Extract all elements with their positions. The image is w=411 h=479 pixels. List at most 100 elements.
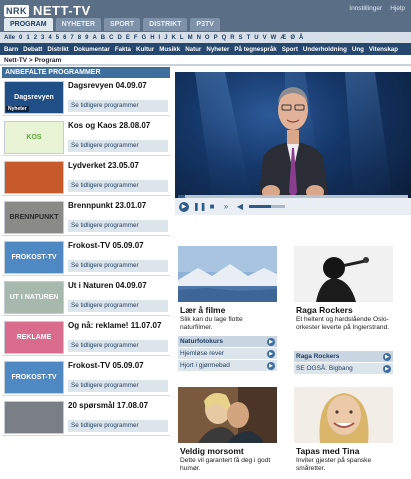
previous-programs-link[interactable]: Se tidligere programmer bbox=[68, 140, 168, 152]
tab-sport[interactable]: SPORT bbox=[104, 18, 141, 31]
previous-programs-link[interactable]: Se tidligere programmer bbox=[68, 300, 168, 312]
category-link[interactable]: Fakta bbox=[115, 46, 131, 53]
program-title[interactable]: Ut i Naturen 04.09.07 bbox=[68, 281, 147, 290]
alphabet-letter[interactable]: L bbox=[180, 35, 184, 41]
program-title[interactable]: Frokost-TV 05.09.07 bbox=[68, 361, 144, 370]
pause-icon[interactable]: ❚❚ bbox=[193, 202, 206, 212]
logo[interactable]: NRK NETT-TV bbox=[4, 3, 91, 18]
volume-slider[interactable] bbox=[249, 205, 285, 208]
alphabet-letter[interactable]: Æ bbox=[280, 35, 286, 41]
alphabet-letter[interactable]: J bbox=[164, 35, 167, 41]
alphabet-letter[interactable]: 0 bbox=[19, 35, 22, 41]
category-link[interactable]: På tegnespråk bbox=[234, 46, 276, 53]
tab-p3tv[interactable]: P3TV bbox=[190, 18, 220, 31]
program-list-item[interactable]: Lydverket 23.05.07 Se tidligere programme… bbox=[2, 158, 170, 196]
promo-tapas-med-tina[interactable]: Tapas med Tina Inviter gjester på spansk… bbox=[294, 387, 393, 477]
program-list-item[interactable]: KOS Kos og Kaos 28.08.07 Se tidligere prog… bbox=[2, 118, 170, 156]
alphabet-letter[interactable]: B bbox=[101, 35, 105, 41]
promo-raga-rockers[interactable]: Raga Rockers Et heltent og hardslående O… bbox=[294, 246, 393, 374]
category-link[interactable]: Vitenskap bbox=[369, 46, 398, 53]
promo-veldig-morsomt[interactable]: Veldig morsomt Dette vil garantert få de… bbox=[178, 387, 277, 477]
alphabet-letter[interactable]: 5 bbox=[56, 35, 59, 41]
stop-icon[interactable]: ■ bbox=[207, 202, 217, 212]
alphabet-letter[interactable]: 1 bbox=[26, 35, 29, 41]
alphabet-letter[interactable]: E bbox=[126, 35, 130, 41]
category-link[interactable]: Sport bbox=[282, 46, 298, 53]
alphabet-letter[interactable]: U bbox=[254, 35, 258, 41]
tab-program[interactable]: PROGRAM bbox=[4, 18, 53, 31]
link-bigbang[interactable]: SE OGSÅ: Bigbang ▶ bbox=[294, 363, 393, 374]
alphabet-letter[interactable]: A bbox=[92, 35, 96, 41]
alphabet-letter[interactable]: 6 bbox=[63, 35, 66, 41]
alphabet-letter[interactable]: C bbox=[109, 35, 113, 41]
program-title[interactable]: 20 spørsmål 17.08.07 bbox=[68, 401, 148, 410]
previous-programs-link[interactable]: Se tidligere programmer bbox=[68, 420, 168, 432]
promo-laer-a-filme[interactable]: Lær å filme Slik kan du lage flotte natu… bbox=[178, 246, 277, 374]
program-list-item[interactable]: Dagsrevyen Nyheter Dagsrevyen 04.09.07 Se t… bbox=[2, 78, 170, 116]
alphabet-letter[interactable]: 2 bbox=[34, 35, 37, 41]
category-link[interactable]: Ung bbox=[352, 46, 364, 53]
alphabet-letter[interactable]: R bbox=[230, 35, 234, 41]
program-list-item[interactable]: REKLAME Og nå: reklame! 11.07.07 Se tidlig… bbox=[2, 318, 170, 356]
alphabet-letter[interactable]: W bbox=[271, 35, 277, 41]
help-link[interactable]: Hjelp bbox=[390, 5, 405, 12]
volume-icon[interactable]: ◀ bbox=[235, 202, 245, 212]
alphabet-letter[interactable]: I bbox=[159, 35, 161, 41]
category-link[interactable]: Dokumentar bbox=[74, 46, 110, 53]
tab-distrikt[interactable]: DISTRIKT bbox=[143, 18, 188, 31]
alphabet-letter[interactable]: H bbox=[150, 35, 154, 41]
program-list-item[interactable]: FROKOST-TV Frokost-TV 05.09.07 Se tidliger… bbox=[2, 358, 170, 396]
program-list-item[interactable]: UT I NATUREN Ut i Naturen 04.09.07 Se tidl… bbox=[2, 278, 170, 316]
program-title[interactable]: Kos og Kaos 28.08.07 bbox=[68, 121, 150, 130]
alphabet-letter[interactable]: K bbox=[172, 35, 176, 41]
alphabet-letter[interactable]: F bbox=[134, 35, 138, 41]
alphabet-letter[interactable]: G bbox=[142, 35, 147, 41]
alphabet-letter[interactable]: V bbox=[263, 35, 267, 41]
category-link[interactable]: Debatt bbox=[23, 46, 42, 53]
program-title[interactable]: Og nå: reklame! 11.07.07 bbox=[68, 321, 161, 330]
alphabet-letter[interactable]: S bbox=[239, 35, 243, 41]
category-link[interactable]: Natur bbox=[185, 46, 201, 53]
alphabet-letter[interactable]: P bbox=[214, 35, 218, 41]
category-link[interactable]: Musikk bbox=[159, 46, 180, 53]
link-naturfotokurs[interactable]: Naturfotokurs ▶ bbox=[178, 336, 277, 347]
alphabet-letter[interactable]: T bbox=[247, 35, 251, 41]
alphabet-letter[interactable]: Ø bbox=[290, 35, 295, 41]
alphabet-letter[interactable]: Å bbox=[299, 35, 303, 41]
alphabet-letter[interactable]: 4 bbox=[48, 35, 51, 41]
settings-link[interactable]: Innstillinger bbox=[349, 5, 382, 12]
alphabet-letter[interactable]: O bbox=[205, 35, 210, 41]
previous-programs-link[interactable]: Se tidligere programmer bbox=[68, 380, 168, 392]
link-raga-rockers[interactable]: Raga Rockers ▶ bbox=[294, 351, 393, 362]
category-link[interactable]: Kultur bbox=[136, 46, 154, 53]
alphabet-letter[interactable]: D bbox=[117, 35, 121, 41]
alphabet-letter[interactable]: 3 bbox=[41, 35, 44, 41]
previous-programs-link[interactable]: Se tidligere programmer bbox=[68, 220, 168, 232]
program-title[interactable]: Brennpunkt 23.01.07 bbox=[68, 201, 146, 210]
program-title[interactable]: Lydverket 23.05.07 bbox=[68, 161, 139, 170]
alphabet-letter[interactable]: M bbox=[188, 35, 193, 41]
alphabet-letter[interactable]: Alle bbox=[4, 35, 15, 41]
video-player[interactable] bbox=[175, 72, 411, 215]
category-link[interactable]: Distrikt bbox=[47, 46, 68, 53]
link-hjemlose-rever[interactable]: Hjemløse rever ▶ bbox=[178, 348, 277, 359]
previous-programs-link[interactable]: Se tidligere programmer bbox=[68, 260, 168, 272]
category-link[interactable]: Nyheter bbox=[206, 46, 229, 53]
alphabet-letter[interactable]: 9 bbox=[85, 35, 88, 41]
program-list-item[interactable]: FROKOST-TV Frokost-TV 05.09.07 Se tidliger… bbox=[2, 238, 170, 276]
category-link[interactable]: Underholdning bbox=[303, 46, 347, 53]
play-icon[interactable]: ▶ bbox=[179, 201, 189, 212]
program-list-item[interactable]: 20 spørsmål 17.08.07 Se tidligere program… bbox=[2, 398, 170, 436]
program-list-item[interactable]: BRENNPUNKT Brennpunkt 23.01.07 Se tidliger… bbox=[2, 198, 170, 236]
link-hjort-i-gjormebad[interactable]: Hjort i gjørmebad ▶ bbox=[178, 360, 277, 371]
category-link[interactable]: Barn bbox=[4, 46, 18, 53]
program-title[interactable]: Dagsrevyen 04.09.07 bbox=[68, 81, 147, 90]
tab-nyheter[interactable]: NYHETER bbox=[55, 18, 102, 31]
alphabet-letter[interactable]: N bbox=[197, 35, 201, 41]
previous-programs-link[interactable]: Se tidligere programmer bbox=[68, 100, 168, 112]
previous-programs-link[interactable]: Se tidligere programmer bbox=[68, 340, 168, 352]
alphabet-letter[interactable]: Q bbox=[222, 35, 227, 41]
program-title[interactable]: Frokost-TV 05.09.07 bbox=[68, 241, 144, 250]
forward-icon[interactable]: » bbox=[221, 202, 231, 212]
previous-programs-link[interactable]: Se tidligere programmer bbox=[68, 180, 168, 192]
